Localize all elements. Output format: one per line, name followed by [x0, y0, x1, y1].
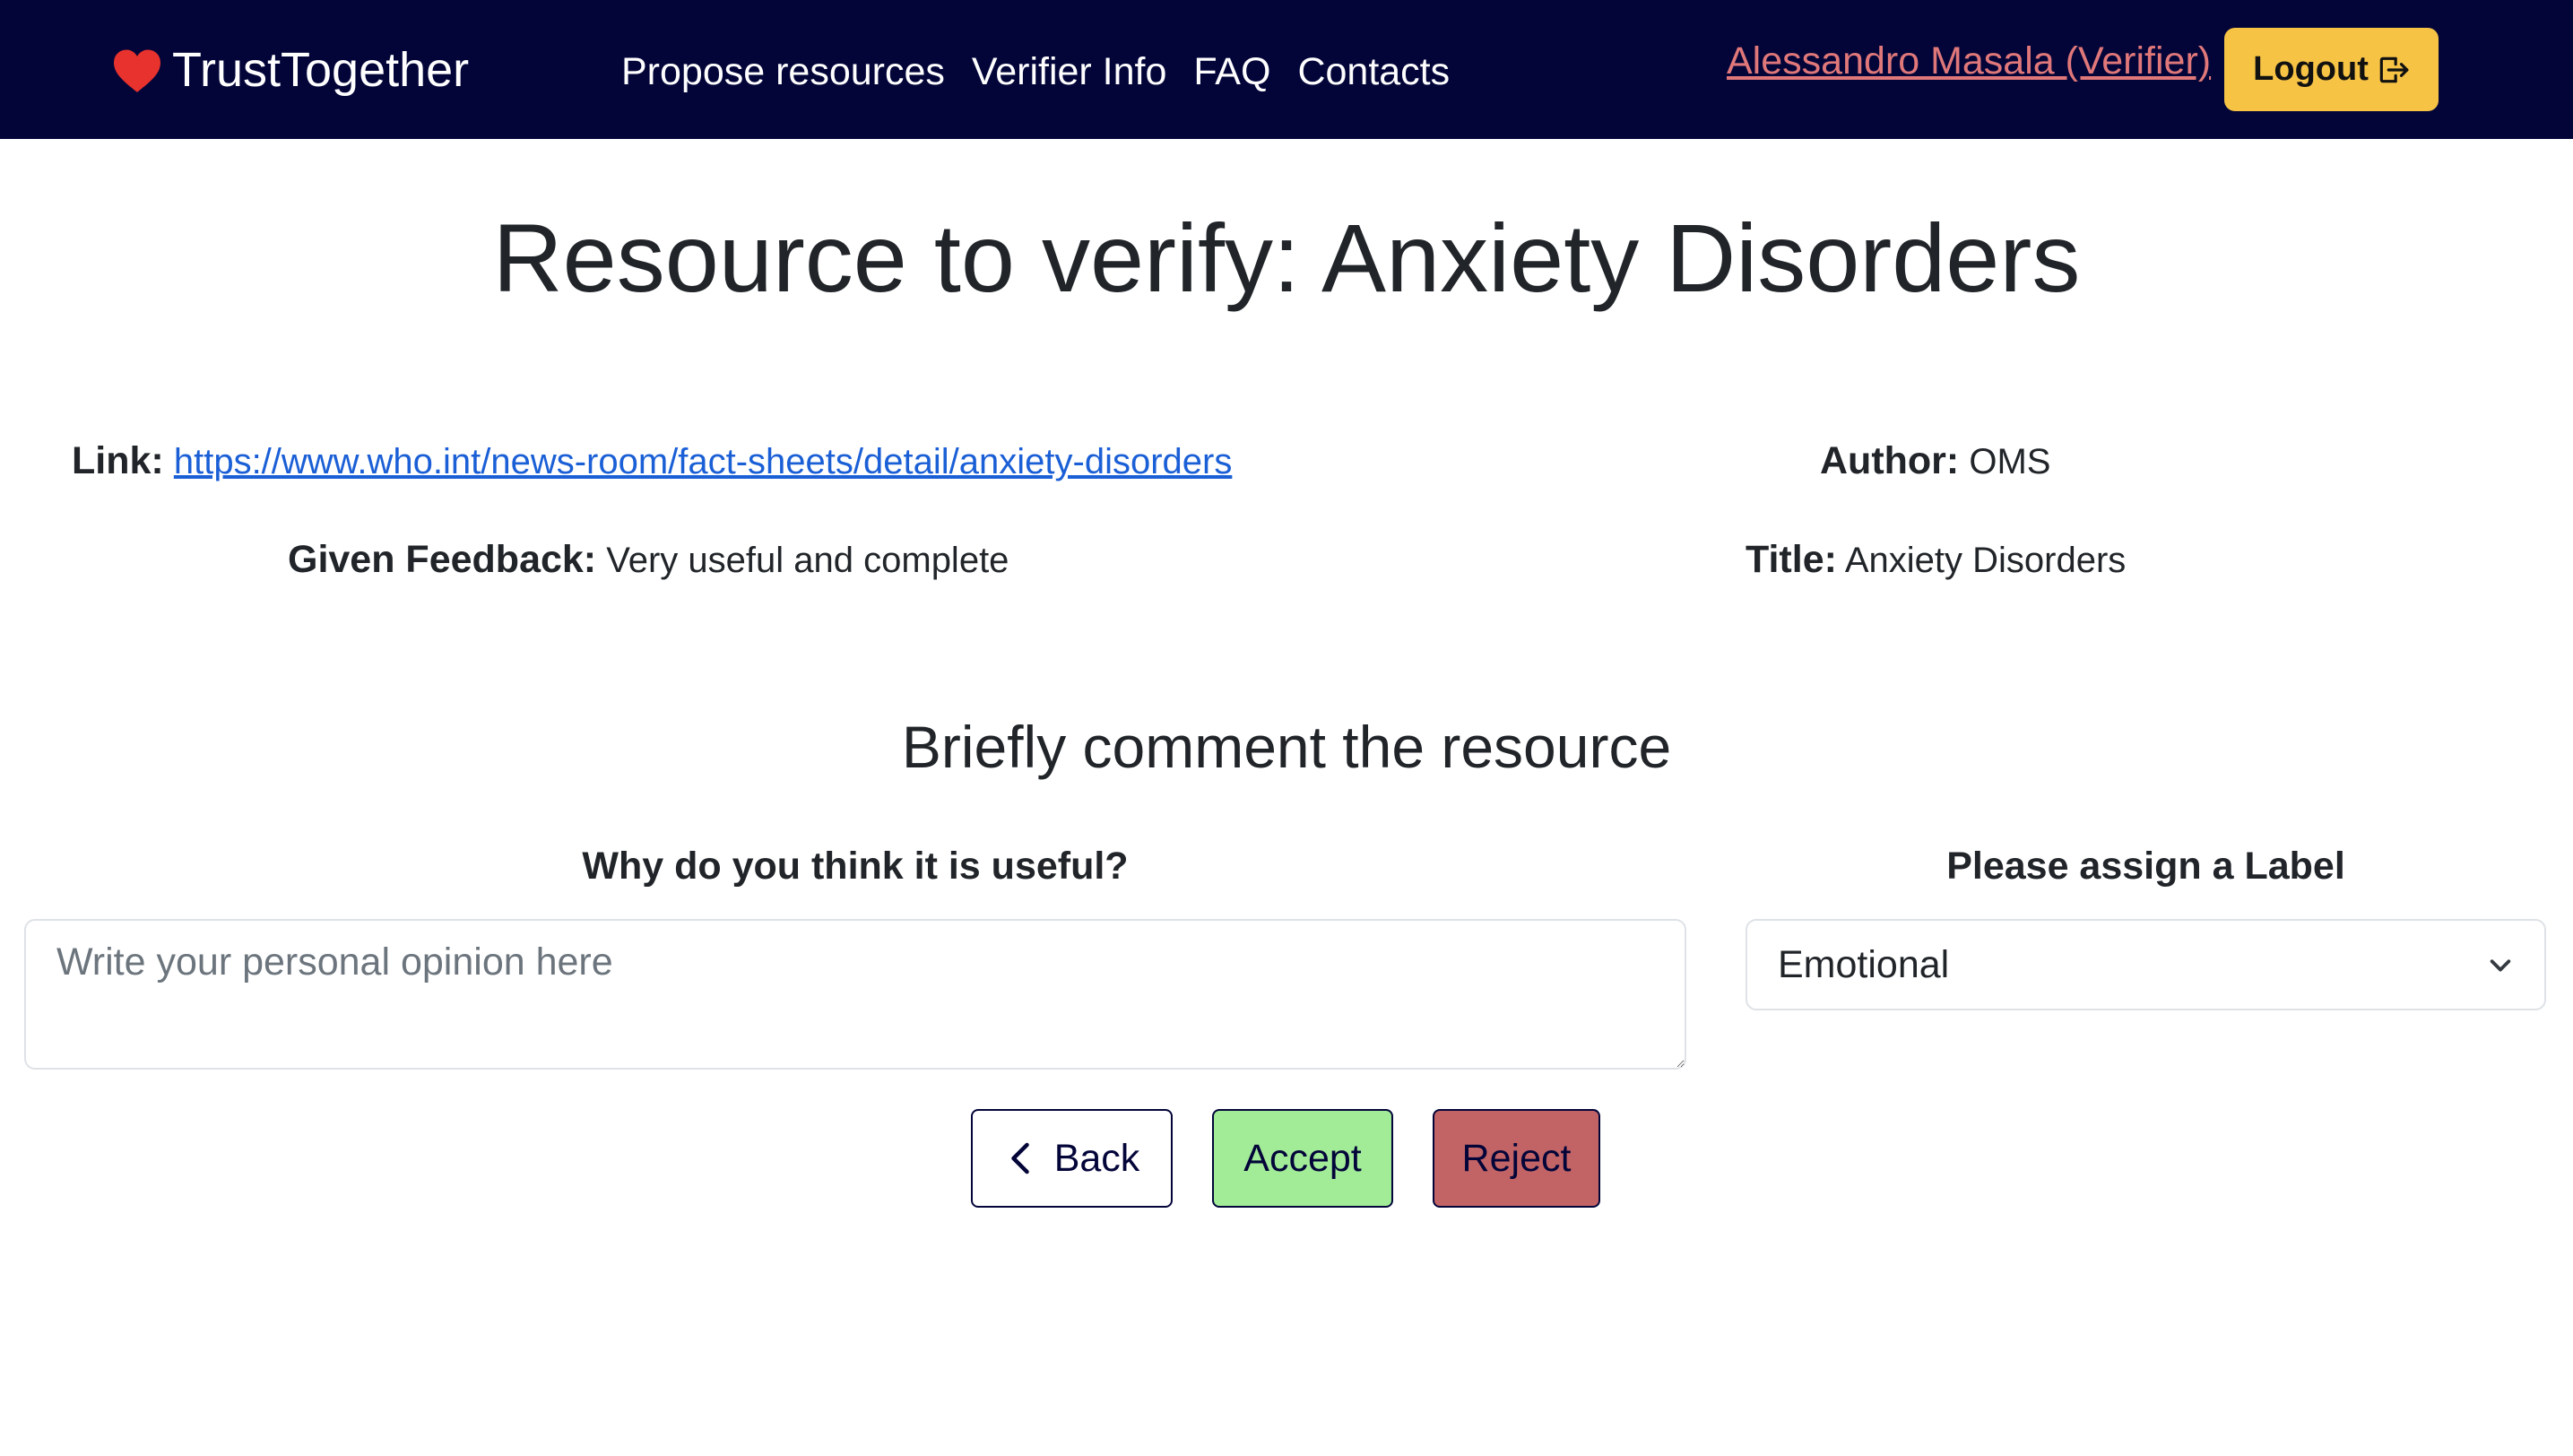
nav-link-contacts[interactable]: Contacts [1297, 50, 1450, 94]
back-label: Back [1053, 1136, 1140, 1180]
accept-button[interactable]: Accept [1212, 1109, 1393, 1208]
nav-links: Propose resources Verifier Info FAQ Cont… [621, 45, 1450, 99]
back-button[interactable]: Back [971, 1109, 1173, 1208]
logout-button[interactable]: Logout [2224, 28, 2439, 111]
resource-author-row: Author: OMS [1820, 439, 2050, 483]
brand-name: TrustTogether [172, 43, 470, 97]
title-label: Title: [1746, 538, 1837, 581]
nav-link-propose-resources[interactable]: Propose resources [621, 50, 945, 94]
feedback-value: Very useful and complete [606, 541, 1009, 580]
top-navbar: TrustTogether Propose resources Verifier… [0, 0, 2573, 139]
opinion-label: Why do you think it is useful? [582, 845, 1129, 888]
chevron-down-icon [2490, 959, 2511, 972]
nav-link-faq[interactable]: FAQ [1193, 50, 1270, 94]
resource-link-row: Link: https://www.who.int/news-room/fact… [72, 439, 1232, 483]
accept-label: Accept [1243, 1136, 1362, 1180]
logout-label: Logout [2253, 50, 2369, 88]
label-select[interactable]: Emotional [1746, 919, 2546, 1010]
feedback-label: Given Feedback: [288, 538, 597, 581]
user-profile-link[interactable]: Alessandro Masala (Verifier) [1727, 39, 2211, 83]
logout-icon [2379, 56, 2409, 82]
given-feedback-row: Given Feedback: Very useful and complete [288, 538, 1009, 582]
link-label: Link: [72, 439, 164, 482]
author-value: OMS [1969, 442, 2051, 481]
label-select-heading: Please assign a Label [1946, 845, 2345, 888]
author-label: Author: [1820, 439, 1960, 482]
heart-icon [114, 49, 160, 92]
label-select-value: Emotional [1778, 942, 1950, 986]
nav-link-verifier-info[interactable]: Verifier Info [972, 50, 1167, 94]
chevron-left-icon [1010, 1142, 1029, 1174]
page-title: Resource to verify: Anxiety Disorders [492, 204, 2081, 312]
resource-link[interactable]: https://www.who.int/news-room/fact-sheet… [174, 442, 1233, 481]
title-value: Anxiety Disorders [1844, 541, 2127, 580]
reject-button[interactable]: Reject [1433, 1109, 1600, 1208]
brand-logo[interactable]: TrustTogether [111, 43, 469, 97]
reject-label: Reject [1461, 1136, 1572, 1180]
opinion-textarea[interactable] [24, 919, 1686, 1070]
resource-title-row: Title: Anxiety Disorders [1746, 538, 2126, 582]
comment-section-heading: Briefly comment the resource [901, 714, 1672, 780]
